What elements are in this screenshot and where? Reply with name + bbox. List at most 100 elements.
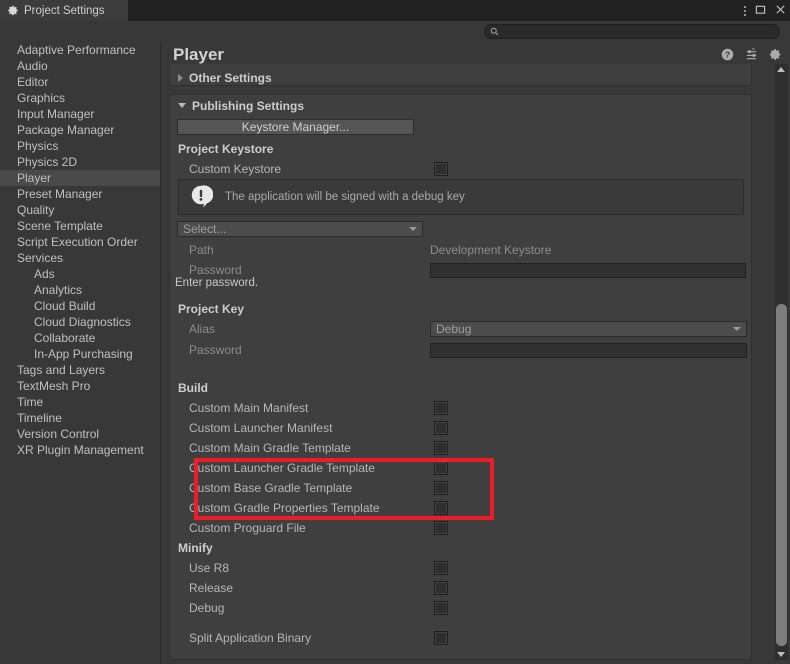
sidebar-item-ads[interactable]: Ads bbox=[0, 266, 160, 282]
row-label: Use R8 bbox=[189, 561, 230, 575]
chevron-right-icon bbox=[178, 74, 183, 82]
keystore-password-hint: Enter password. bbox=[175, 277, 259, 289]
row-custom-base-gradle-template[interactable]: Custom Base Gradle Template bbox=[175, 478, 745, 498]
custom-keystore-checkbox[interactable] bbox=[434, 162, 448, 176]
chevron-down-icon bbox=[733, 327, 741, 331]
sidebar-item-audio[interactable]: Audio bbox=[0, 58, 160, 74]
keystore-select-dropdown[interactable]: Select... bbox=[177, 221, 423, 237]
row-key-password: Password bbox=[175, 340, 747, 360]
row-custom-keystore[interactable]: Custom Keystore bbox=[175, 159, 745, 179]
close-icon[interactable] bbox=[775, 4, 786, 17]
project-settings-window: Project Settings Adaptive Performance Aud… bbox=[0, 0, 790, 664]
row-keystore-password: Password bbox=[175, 260, 746, 280]
checkbox[interactable] bbox=[434, 501, 448, 515]
sidebar-item-cloud-diagnostics[interactable]: Cloud Diagnostics bbox=[0, 314, 160, 330]
chevron-down-icon bbox=[178, 103, 186, 108]
checkbox[interactable] bbox=[434, 481, 448, 495]
search-field[interactable] bbox=[484, 24, 780, 39]
row-label: Custom Launcher Gradle Template bbox=[189, 461, 375, 475]
other-settings-header[interactable]: Other Settings bbox=[170, 64, 751, 91]
sidebar-item-input-manager[interactable]: Input Manager bbox=[0, 106, 160, 122]
row-custom-main-manifest[interactable]: Custom Main Manifest bbox=[175, 398, 745, 418]
checkbox[interactable] bbox=[434, 601, 448, 615]
keystore-manager-button[interactable]: Keystore Manager... bbox=[177, 119, 414, 135]
panel-header-icons: ? bbox=[721, 47, 782, 61]
sidebar-item-timeline[interactable]: Timeline bbox=[0, 410, 160, 426]
search-input[interactable] bbox=[503, 25, 768, 38]
vertical-scrollbar[interactable] bbox=[775, 64, 788, 660]
sidebar-item-collaborate[interactable]: Collaborate bbox=[0, 330, 160, 346]
section-label: Project Key bbox=[178, 302, 245, 316]
sidebar-item-quality[interactable]: Quality bbox=[0, 202, 160, 218]
preset-icon[interactable] bbox=[745, 47, 758, 61]
split-application-binary-label: Split Application Binary bbox=[189, 631, 312, 645]
scroll-down-arrow[interactable] bbox=[777, 652, 785, 657]
row-label: Release bbox=[189, 581, 234, 595]
window-tab-bar: Project Settings bbox=[0, 0, 790, 21]
section-label: Project Keystore bbox=[178, 142, 274, 156]
sidebar-item-player[interactable]: Player bbox=[0, 170, 160, 186]
search-icon bbox=[490, 25, 499, 39]
sidebar-item-adaptive-performance[interactable]: Adaptive Performance bbox=[0, 42, 160, 58]
publishing-settings-label: Publishing Settings bbox=[192, 98, 305, 113]
sidebar-item-time[interactable]: Time bbox=[0, 394, 160, 410]
key-password-field[interactable] bbox=[430, 343, 747, 358]
sidebar-item-services[interactable]: Services bbox=[0, 250, 160, 266]
row-label: Custom Launcher Manifest bbox=[189, 421, 333, 435]
sidebar-item-editor[interactable]: Editor bbox=[0, 74, 160, 90]
checkbox[interactable] bbox=[434, 441, 448, 455]
tab-project-settings[interactable]: Project Settings bbox=[0, 0, 128, 21]
keystore-select-value: Select... bbox=[183, 222, 227, 236]
checkbox[interactable] bbox=[434, 401, 448, 415]
row-use-r8[interactable]: Use R8 bbox=[175, 558, 745, 578]
checkbox[interactable] bbox=[434, 421, 448, 435]
scrollbar-thumb[interactable] bbox=[776, 304, 787, 646]
row-custom-launcher-manifest[interactable]: Custom Launcher Manifest bbox=[175, 418, 745, 438]
toolbar bbox=[0, 21, 790, 43]
checkbox[interactable] bbox=[434, 521, 448, 535]
sidebar-item-package-manager[interactable]: Package Manager bbox=[0, 122, 160, 138]
checkbox[interactable] bbox=[434, 581, 448, 595]
maximize-icon[interactable] bbox=[755, 4, 766, 17]
help-icon[interactable]: ? bbox=[721, 48, 734, 61]
sidebar-item-xr-plugin-management[interactable]: XR Plugin Management bbox=[0, 442, 160, 458]
group-publishing-settings: Publishing Settings Keystore Manager... … bbox=[169, 94, 752, 660]
project-keystore-section-label: Project Keystore bbox=[175, 139, 273, 159]
row-custom-main-gradle-template[interactable]: Custom Main Gradle Template bbox=[175, 438, 745, 458]
publishing-settings-header[interactable]: Publishing Settings bbox=[170, 95, 751, 116]
sidebar-item-version-control[interactable]: Version Control bbox=[0, 426, 160, 442]
sidebar-item-analytics[interactable]: Analytics bbox=[0, 282, 160, 298]
sidebar-item-graphics[interactable]: Graphics bbox=[0, 90, 160, 106]
row-custom-proguard-file[interactable]: Custom Proguard File bbox=[175, 518, 745, 538]
sidebar-item-script-execution-order[interactable]: Script Execution Order bbox=[0, 234, 160, 250]
sidebar-item-preset-manager[interactable]: Preset Manager bbox=[0, 186, 160, 202]
sidebar-item-tags-and-layers[interactable]: Tags and Layers bbox=[0, 362, 160, 378]
row-keystore-path: Path Development Keystore bbox=[175, 240, 745, 260]
build-rows-container: Custom Main Manifest Custom Launcher Mani… bbox=[175, 398, 745, 538]
scroll-up-arrow[interactable] bbox=[777, 67, 785, 72]
sidebar-item-physics[interactable]: Physics bbox=[0, 138, 160, 154]
keystore-password-field[interactable] bbox=[430, 263, 746, 278]
settings-scroll-area: Other Settings Publishing Settings Keyst… bbox=[169, 64, 767, 660]
row-custom-gradle-properties-template[interactable]: Custom Gradle Properties Template bbox=[175, 498, 745, 518]
checkbox[interactable] bbox=[434, 461, 448, 475]
keystore-path-label: Path bbox=[189, 243, 214, 257]
row-custom-launcher-gradle-template[interactable]: Custom Launcher Gradle Template bbox=[175, 458, 745, 478]
sidebar-item-physics-2d[interactable]: Physics 2D bbox=[0, 154, 160, 170]
key-alias-dropdown[interactable]: Debug bbox=[430, 321, 747, 337]
gear-icon bbox=[8, 5, 19, 16]
row-release[interactable]: Release bbox=[175, 578, 745, 598]
row-debug[interactable]: Debug bbox=[175, 598, 745, 618]
sidebar-item-textmesh-pro[interactable]: TextMesh Pro bbox=[0, 378, 160, 394]
sidebar-item-cloud-build[interactable]: Cloud Build bbox=[0, 298, 160, 314]
chevron-down-icon bbox=[409, 227, 417, 231]
window-menu-icon[interactable] bbox=[744, 5, 746, 16]
group-other-settings[interactable]: Other Settings bbox=[169, 64, 752, 86]
other-settings-label: Other Settings bbox=[189, 71, 272, 85]
split-application-binary-checkbox[interactable] bbox=[434, 631, 448, 645]
row-split-application-binary[interactable]: Split Application Binary bbox=[175, 628, 745, 648]
checkbox[interactable] bbox=[434, 561, 448, 575]
sidebar-item-scene-template[interactable]: Scene Template bbox=[0, 218, 160, 234]
gear-icon[interactable] bbox=[769, 48, 782, 61]
sidebar-item-in-app-purchasing[interactable]: In-App Purchasing bbox=[0, 346, 160, 362]
